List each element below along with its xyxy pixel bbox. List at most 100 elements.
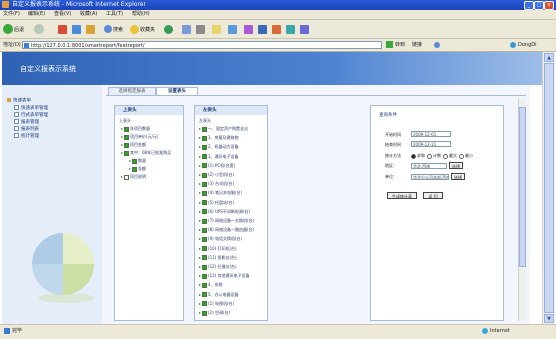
address-input[interactable]: http://127.0.0.1:8001/smartreport/featre…	[22, 41, 382, 49]
region-select-button[interactable]: 选择	[449, 162, 463, 169]
left-header-item[interactable]: ▸ 2、机器动力设备	[199, 144, 239, 150]
item-checkbox[interactable]	[202, 273, 208, 279]
method-min-radio[interactable]: 最小	[459, 152, 473, 159]
print-button[interactable]	[196, 23, 205, 35]
search-button[interactable]: 搜索	[104, 23, 123, 35]
item-checkbox[interactable]	[124, 174, 130, 180]
refresh-button[interactable]	[72, 23, 81, 35]
upper-header-item[interactable]: ▸ 年项目数量	[121, 126, 150, 132]
item-checkbox[interactable]	[124, 134, 130, 140]
upper-header-item[interactable]: ▸ 项目说明	[121, 174, 146, 180]
history-button[interactable]	[164, 23, 173, 35]
left-header-item[interactable]: ▸ (1) 电视机(台)	[199, 301, 234, 307]
back-button[interactable]: 后退	[3, 23, 24, 35]
item-checkbox[interactable]	[202, 292, 208, 298]
left-header-item[interactable]: ▸ (9) 电话交换机(台)	[199, 236, 242, 242]
scrollbar-thumb[interactable]	[544, 63, 554, 313]
tool-button-b[interactable]	[272, 23, 281, 35]
item-checkbox[interactable]	[124, 142, 130, 148]
left-header-item[interactable]: ▸ (4) 笔记本电脑(台)	[199, 190, 242, 196]
item-checkbox[interactable]	[202, 126, 208, 132]
end-time-input[interactable]: 2009-12-31	[411, 141, 451, 147]
minimize-button[interactable]: _	[524, 1, 534, 10]
method-max-radio[interactable]: 最大	[443, 152, 457, 159]
favorites-button[interactable]: 收藏夹	[130, 23, 155, 35]
tree-root[interactable]: 快速表单	[7, 98, 31, 105]
left-header-item[interactable]: ▸ (7) 网络设备一交换机(台)	[199, 218, 254, 224]
unit-input[interactable]: 华北分公司本部,西南分公司	[411, 174, 449, 180]
forward-button[interactable]	[34, 23, 44, 35]
left-header-item[interactable]: ▸ 3、通讯电子设备	[199, 154, 239, 160]
upper-header-item[interactable]: ▸ 金额	[129, 166, 146, 172]
upper-header-item[interactable]: ▸ 数量	[129, 158, 146, 164]
edit-button[interactable]	[212, 23, 221, 35]
back-button-form[interactable]: 返 回	[423, 192, 443, 199]
dict-button[interactable]: DongDi	[518, 41, 537, 49]
upper-header-item[interactable]: ▸ 项目单价(元/元)	[121, 134, 158, 140]
research-button[interactable]	[244, 23, 253, 35]
tree-item-row-form[interactable]: 行式表单管理	[14, 112, 48, 119]
left-header-item[interactable]: ▸ (6) UPS不间断电源(台)	[199, 209, 250, 215]
tool-button-d[interactable]	[300, 23, 309, 35]
item-checkbox[interactable]	[202, 227, 208, 233]
links-button[interactable]: 链接	[412, 41, 422, 49]
item-checkbox[interactable]	[202, 163, 208, 169]
method-count-radio[interactable]: 计数	[427, 152, 441, 159]
mail-button[interactable]	[182, 23, 191, 35]
item-checkbox[interactable]	[202, 255, 208, 261]
tool-button-c[interactable]	[286, 23, 295, 35]
item-checkbox[interactable]	[202, 181, 208, 187]
item-checkbox[interactable]	[202, 190, 208, 196]
menu-help[interactable]: 帮助(H)	[132, 11, 150, 18]
item-checkbox[interactable]	[202, 310, 208, 316]
left-header-item[interactable]: ▸ (10) 打印机(台)	[199, 246, 237, 252]
item-checkbox[interactable]	[124, 126, 130, 132]
item-checkbox[interactable]	[202, 144, 208, 150]
region-input[interactable]: 华北,西南	[411, 163, 447, 169]
item-checkbox[interactable]	[132, 166, 138, 172]
scroll-up-button[interactable]: ▲	[544, 53, 554, 62]
left-header-item[interactable]: ▸ (2) 空调(台)	[199, 310, 230, 316]
scroll-down-button[interactable]: ▼	[544, 314, 554, 323]
menu-view[interactable]: 查看(V)	[54, 11, 71, 18]
item-checkbox[interactable]	[202, 301, 208, 307]
tree-item-report-list[interactable]: 报表列表	[14, 126, 39, 133]
tree-item-statistics[interactable]: 统计管理	[14, 133, 39, 140]
item-checkbox[interactable]	[202, 200, 208, 206]
left-header-item[interactable]: ▸ 5、办公电器设备	[199, 292, 239, 298]
toolbar-extension-icon[interactable]	[434, 42, 440, 48]
item-checkbox[interactable]	[202, 264, 208, 270]
item-checkbox[interactable]	[202, 135, 208, 141]
left-header-item[interactable]: ▸ (12) 扫描仪(台)	[199, 264, 237, 270]
item-checkbox[interactable]	[202, 236, 208, 242]
page-scrollbar[interactable]: ▲ ▼	[542, 52, 555, 324]
go-arrow-icon[interactable]	[386, 41, 393, 48]
tree-item-quick-form[interactable]: 快速表单管理	[14, 105, 48, 112]
item-checkbox[interactable]	[202, 154, 208, 160]
menu-favorites[interactable]: 收藏(A)	[80, 11, 97, 18]
inner-scrollbar[interactable]	[518, 99, 526, 321]
stop-button[interactable]	[58, 23, 67, 35]
maximize-button[interactable]: □	[534, 1, 544, 10]
item-checkbox[interactable]	[202, 282, 208, 288]
upper-header-item[interactable]: ▸ 项目金额	[121, 142, 146, 148]
item-checkbox[interactable]	[132, 158, 138, 164]
left-header-item[interactable]: ▸ 4、系统	[199, 282, 223, 288]
left-header-item[interactable]: ▸ (3) 台式机(台)	[199, 181, 234, 187]
upper-header-item[interactable]: ▸ 其中：08年已批准购买	[121, 150, 171, 156]
menu-tools[interactable]: 工具(T)	[106, 11, 123, 18]
item-checkbox[interactable]	[202, 246, 208, 252]
item-checkbox[interactable]	[202, 209, 208, 215]
item-checkbox[interactable]	[124, 150, 130, 156]
left-header-item[interactable]: ▸ 一、固定资产购置支出	[199, 126, 248, 132]
item-checkbox[interactable]	[202, 172, 208, 178]
menu-edit[interactable]: 编辑(E)	[28, 11, 45, 18]
start-time-input[interactable]: 2009-12-01	[411, 131, 451, 137]
tool-button-a[interactable]	[258, 23, 267, 35]
go-button[interactable]: 转到	[395, 41, 405, 49]
left-header-item[interactable]: ▸ (8) 网络设备一路由器(台)	[199, 227, 254, 233]
home-button[interactable]	[86, 23, 95, 35]
left-header-item[interactable]: ▸ (1) PC机(台套)	[199, 163, 235, 169]
left-header-item[interactable]: ▸ 1、房屋及建筑物	[199, 135, 239, 141]
method-sum-radio[interactable]: 求和	[411, 152, 425, 159]
